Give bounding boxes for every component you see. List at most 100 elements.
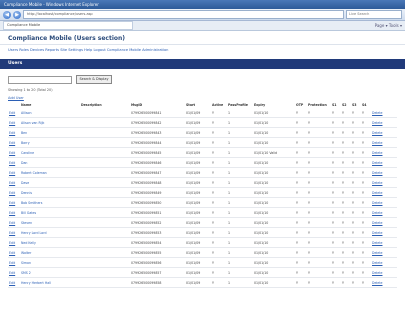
add-user-link[interactable]: Add User [0,94,405,101]
table-cell: 01/01/10 [253,277,295,288]
delete-link[interactable]: Delete [371,127,397,138]
browser-tools-menu[interactable]: Page ▾ Tools ▾ [375,23,402,28]
edit-link[interactable]: Edit [8,187,20,198]
table-cell: 079926500099844 [130,137,185,148]
table-cell: Y [295,277,307,288]
user-name-cell: Bill Gates [20,207,80,218]
edit-link[interactable]: Edit [8,117,20,128]
table-cell: 01/01/09 [185,137,211,148]
delete-link[interactable]: Delete [371,237,397,248]
table-cell: Y [331,257,341,268]
table-cell: 1 [227,227,253,238]
back-icon[interactable]: ◀ [3,10,11,19]
table-cell: Y [295,147,307,158]
delete-link[interactable]: Delete [371,108,397,118]
table-cell: 1 [227,247,253,258]
filter-input[interactable] [8,75,72,84]
edit-link[interactable]: Edit [8,177,20,188]
search-button[interactable]: Search & Display [76,75,112,84]
search-input[interactable]: Live Search [346,10,402,19]
edit-link[interactable]: Edit [8,167,20,178]
address-bar[interactable]: http://localhost/compliance/users.asp [23,10,344,19]
edit-link[interactable]: Edit [8,227,20,238]
delete-link[interactable]: Delete [371,227,397,238]
column-header: S2 [342,102,347,107]
delete-link[interactable]: Delete [371,187,397,198]
table-cell: Y [295,237,307,248]
edit-link[interactable]: Edit [8,237,20,248]
table-cell: 1 [227,177,253,188]
table-cell: 01/01/10 [253,108,295,118]
table-cell: Y [331,237,341,248]
table-cell: Y [351,157,361,168]
user-name-cell: Dave [20,177,80,188]
delete-link[interactable]: Delete [371,257,397,268]
table-cell: Y [295,257,307,268]
table-cell: Y [211,217,227,228]
table-cell: Y [331,117,341,128]
table-cell: 1 [227,257,253,268]
edit-link[interactable]: Edit [8,267,20,278]
table-cell: Y [295,167,307,178]
delete-link[interactable]: Delete [371,197,397,208]
column-header: Active [212,102,224,107]
delete-link[interactable]: Delete [371,217,397,228]
table-cell: 079926500099850 [130,197,185,208]
table-cell: Y [361,197,371,208]
browser-navbar: ◀ ▶ http://localhost/compliance/users.as… [0,9,405,21]
table-row: Edit Henry Lord Lord 079926500099853 01/01/… [8,227,397,238]
table-cell: Y [295,247,307,258]
delete-link[interactable]: Delete [371,177,397,188]
column-header: PassProfile [228,102,248,107]
table-cell: Y [307,197,331,208]
table-cell: Y [351,117,361,128]
table-cell: Y [331,227,341,238]
table-cell: Y [361,237,371,248]
table-cell: 01/01/10 [253,197,295,208]
edit-link[interactable]: Edit [8,247,20,258]
table-cell: Y [307,237,331,248]
table-cell: Y [361,147,371,158]
user-name-cell: Steven [20,217,80,228]
top-nav-links[interactable]: Users Roles Devices Reports Site Setting… [0,45,405,55]
delete-link[interactable]: Delete [371,277,397,288]
tab-active[interactable]: Compliance Mobile [3,21,133,30]
edit-link[interactable]: Edit [8,217,20,228]
table-cell: Y [361,137,371,148]
edit-link[interactable]: Edit [8,147,20,158]
edit-link[interactable]: Edit [8,127,20,138]
edit-link[interactable]: Edit [8,277,20,288]
edit-link[interactable]: Edit [8,157,20,168]
delete-link[interactable]: Delete [371,267,397,278]
delete-link[interactable]: Delete [371,137,397,148]
edit-link[interactable]: Edit [8,207,20,218]
table-cell: 01/01/10 [253,257,295,268]
delete-link[interactable]: Delete [371,167,397,178]
delete-link[interactable]: Delete [371,117,397,128]
table-cell [80,257,130,268]
table-row: Edit Alison van Rijk 079926500099842 01/01/… [8,117,397,128]
delete-link[interactable]: Delete [371,247,397,258]
table-cell: Y [211,227,227,238]
delete-link[interactable]: Delete [371,147,397,158]
edit-link[interactable]: Edit [8,257,20,268]
table-cell: 079926500099853 [130,227,185,238]
table-cell: 079926500099856 [130,257,185,268]
table-row: Edit Caroline 079926500099845 01/01/09 Y 1 01/… [8,147,397,158]
user-name-cell: Dennis [20,187,80,198]
table-cell: 079926500099843 [130,127,185,138]
edit-link[interactable]: Edit [8,137,20,148]
table-cell: Y [341,257,351,268]
user-name-cell: Henry Herbert Hall [20,277,80,288]
table-cell: Y [341,117,351,128]
table-cell: Y [307,207,331,218]
edit-link[interactable]: Edit [8,197,20,208]
table-row: Edit Robert Coleman 079926500099847 01/01/0… [8,167,397,178]
table-cell: 01/01/10 [253,217,295,228]
table-cell: 01/01/09 [185,177,211,188]
delete-link[interactable]: Delete [371,207,397,218]
edit-link[interactable]: Edit [8,108,20,118]
table-cell: Y [331,207,341,218]
forward-icon[interactable]: ▶ [13,10,21,19]
delete-link[interactable]: Delete [371,157,397,168]
